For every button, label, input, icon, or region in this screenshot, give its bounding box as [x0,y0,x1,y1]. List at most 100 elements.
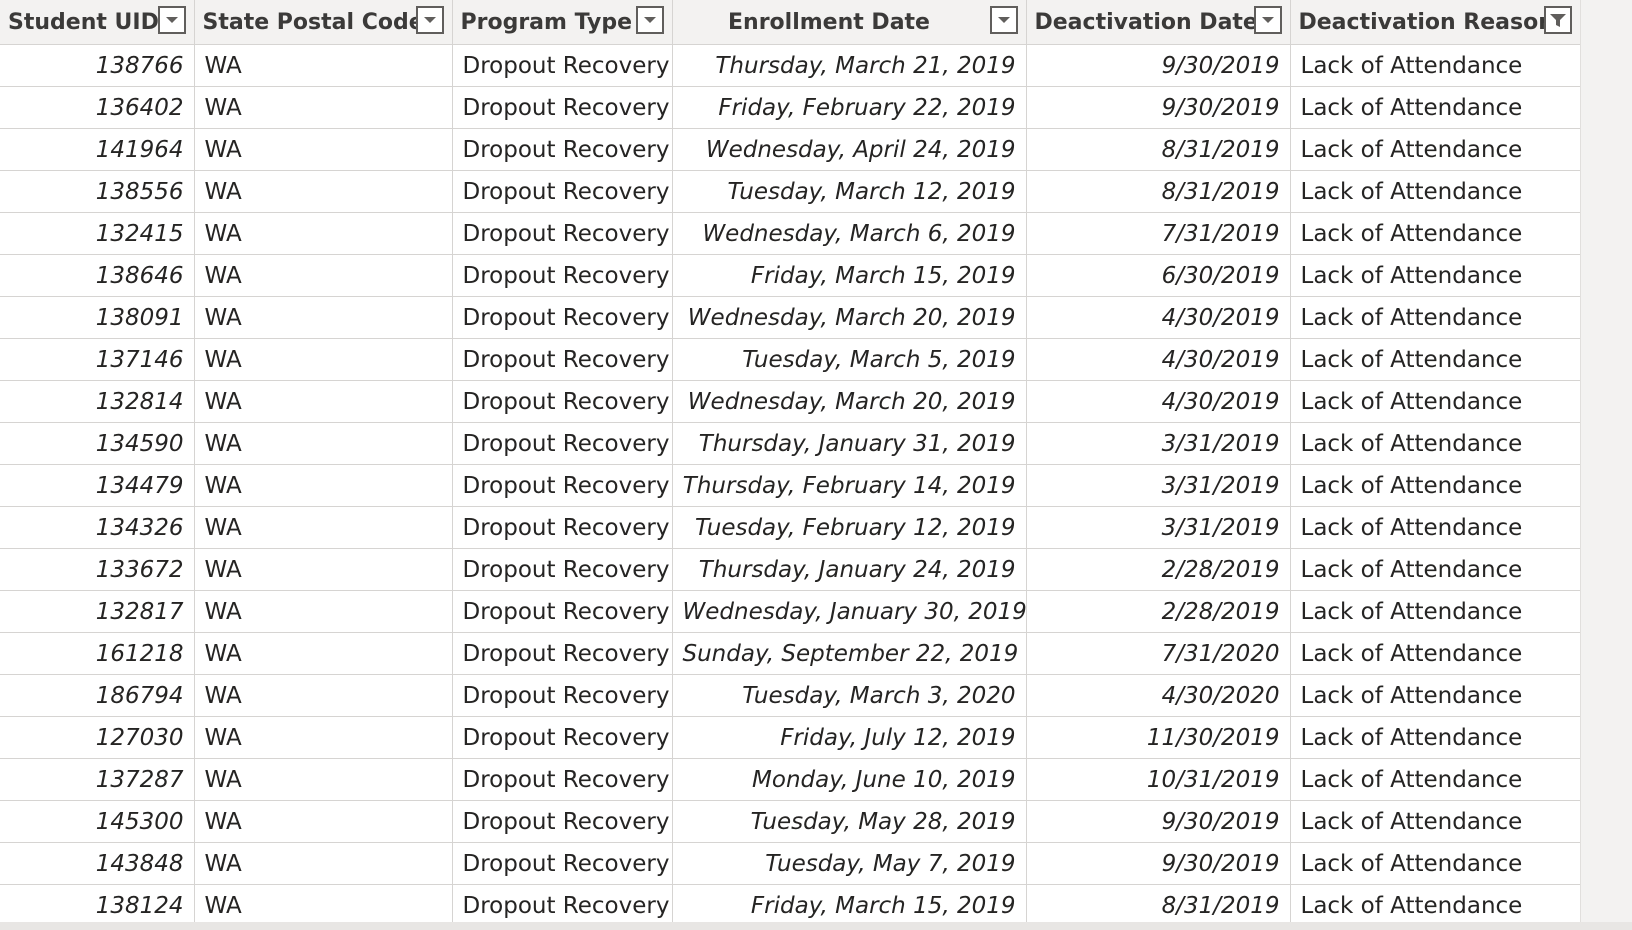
horizontal-scrollbar[interactable] [0,922,1632,930]
table-cell: Lack of Attendance [1290,590,1580,633]
table-row[interactable]: 134479 WA Dropout Recovery Thursday, Februa… [0,464,1580,507]
table-cell: Tuesday, March 12, 2019 [672,170,1027,213]
table-cell: Dropout Recovery [452,44,673,87]
table-row[interactable]: 132817 WA Dropout Recovery Wednesday, Janua… [0,590,1580,633]
table-row[interactable]: 143848 WA Dropout Recovery Tuesday, May 7, … [0,842,1580,885]
table-cell: 143848 [0,842,195,885]
table-cell: 145300 [0,800,195,843]
table-cell: Dropout Recovery [452,632,673,675]
table-row[interactable]: 138091 WA Dropout Recovery Wednesday, March… [0,296,1580,339]
table-row[interactable]: 186794 WA Dropout Recovery Tuesday, March 3… [0,674,1580,717]
table-row[interactable]: 132415 WA Dropout Recovery Wednesday, March… [0,212,1580,255]
table-cell: Wednesday, March 6, 2019 [672,212,1027,255]
table-cell: 138124 [0,884,195,922]
table-row[interactable]: 145300 WA Dropout Recovery Tuesday, May 28,… [0,800,1580,843]
column-header-state-postal-code[interactable]: State Postal Code [194,0,453,45]
column-header-label: Deactivation Date [1034,9,1258,35]
table-cell: WA [194,86,453,129]
table-cell: 132415 [0,212,195,255]
table-cell: 136402 [0,86,195,129]
table-cell: 9/30/2019 [1026,86,1291,129]
table-row[interactable]: 138124 WA Dropout Recovery Friday, March 15… [0,884,1580,922]
column-header-label: Enrollment Date [728,9,930,35]
table-cell: Dropout Recovery [452,338,673,381]
table-cell: WA [194,128,453,171]
table-cell: Dropout Recovery [452,128,673,171]
table-cell: WA [194,422,453,465]
table-cell: 134326 [0,506,195,549]
filter-dropdown-button[interactable] [1543,6,1572,34]
table-cell: WA [194,506,453,549]
table-cell: Friday, July 12, 2019 [672,716,1027,759]
table-cell: 161218 [0,632,195,675]
table-row[interactable]: 161218 WA Dropout Recovery Sunday, Septembe… [0,632,1580,675]
filter-dropdown-button[interactable] [157,6,186,34]
table-cell: Dropout Recovery [452,170,673,213]
table-cell: 7/31/2020 [1026,632,1291,675]
table-row[interactable]: 138646 WA Dropout Recovery Friday, March 15… [0,254,1580,297]
table-cell: Lack of Attendance [1290,800,1580,843]
filter-dropdown-button[interactable] [415,6,444,34]
table-cell: 4/30/2020 [1026,674,1291,717]
table-row[interactable]: 127030 WA Dropout Recovery Friday, July 12,… [0,716,1580,759]
table-cell: WA [194,296,453,339]
table-row[interactable]: 137146 WA Dropout Recovery Tuesday, March 5… [0,338,1580,381]
table-cell: 132817 [0,590,195,633]
column-header-deactivation-reason[interactable]: Deactivation Reason [1290,0,1580,45]
table-cell: 137287 [0,758,195,801]
table-cell: WA [194,548,453,591]
table-cell: 138766 [0,44,195,87]
filter-dropdown-button[interactable] [1253,6,1282,34]
table-cell: Dropout Recovery [452,884,673,922]
table-row[interactable]: 137287 WA Dropout Recovery Monday, June 10,… [0,758,1580,801]
column-header-program-type[interactable]: Program Type [452,0,673,45]
table-cell: Wednesday, March 20, 2019 [672,296,1027,339]
table-cell: 9/30/2019 [1026,44,1291,87]
table-cell: 8/31/2019 [1026,884,1291,922]
filter-dropdown-button[interactable] [635,6,664,34]
table-row[interactable]: 134326 WA Dropout Recovery Tuesday, Februar… [0,506,1580,549]
table-row[interactable]: 134590 WA Dropout Recovery Thursday, Januar… [0,422,1580,465]
table-cell: WA [194,842,453,885]
table-row[interactable]: 138766 WA Dropout Recovery Thursday, March … [0,44,1580,87]
table-cell: WA [194,884,453,922]
table-cell: 141964 [0,128,195,171]
table-cell: 3/31/2019 [1026,422,1291,465]
table-cell: Dropout Recovery [452,212,673,255]
column-header-student-uid[interactable]: Student UID [0,0,195,45]
table-cell: Lack of Attendance [1290,254,1580,297]
table-cell: Lack of Attendance [1290,632,1580,675]
table-row[interactable]: 141964 WA Dropout Recovery Wednesday, April… [0,128,1580,171]
column-header-enrollment-date[interactable]: Enrollment Date [672,0,1027,45]
table-cell: 4/30/2019 [1026,380,1291,423]
table-cell: Lack of Attendance [1290,86,1580,129]
chevron-down-icon [643,17,656,23]
table-row[interactable]: 133672 WA Dropout Recovery Thursday, Januar… [0,548,1580,591]
table-cell: Lack of Attendance [1290,716,1580,759]
table-cell: WA [194,254,453,297]
table-cell: WA [194,464,453,507]
table-row[interactable]: 132814 WA Dropout Recovery Wednesday, March… [0,380,1580,423]
table-cell: Dropout Recovery [452,590,673,633]
column-header-label: Program Type [460,9,633,35]
table-row[interactable]: 138556 WA Dropout Recovery Tuesday, March 1… [0,170,1580,213]
table-cell: Tuesday, March 5, 2019 [672,338,1027,381]
table-cell: Dropout Recovery [452,254,673,297]
vertical-scrollbar[interactable] [1580,0,1632,922]
table-cell: Sunday, September 22, 2019 [672,632,1027,675]
table-cell: Tuesday, May 28, 2019 [672,800,1027,843]
table-cell: Dropout Recovery [452,842,673,885]
table-cell: Lack of Attendance [1290,674,1580,717]
column-header-label: State Postal Code [202,9,424,35]
table-cell: Dropout Recovery [452,674,673,717]
table-cell: Thursday, January 24, 2019 [672,548,1027,591]
table-cell: Dropout Recovery [452,758,673,801]
column-header-deactivation-date[interactable]: Deactivation Date [1026,0,1291,45]
table-cell: Wednesday, January 30, 2019 [672,590,1027,633]
filter-dropdown-button[interactable] [989,6,1018,34]
table-cell: Lack of Attendance [1290,170,1580,213]
table-cell: 132814 [0,380,195,423]
table-row[interactable]: 136402 WA Dropout Recovery Friday, February… [0,86,1580,129]
table-cell: Lack of Attendance [1290,464,1580,507]
table-cell: Lack of Attendance [1290,296,1580,339]
